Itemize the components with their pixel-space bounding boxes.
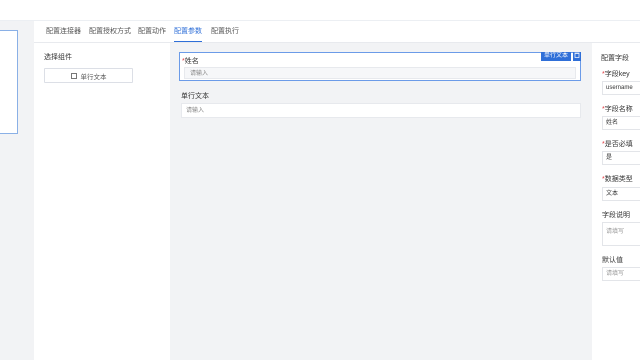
delete-icon[interactable] xyxy=(573,52,581,61)
field-type-tag: 单行文本 xyxy=(540,52,571,61)
description-label: 字段说明 xyxy=(602,212,630,219)
field-key-input[interactable]: username xyxy=(602,81,640,95)
default-value-label: 默认值 xyxy=(602,257,623,264)
data-type-select[interactable]: 文本 xyxy=(602,187,640,201)
field-name-label: *字段名称 xyxy=(602,104,633,114)
field-label-text: 姓名 xyxy=(184,58,199,65)
component-panel: 选择组件 单行文本 xyxy=(34,43,170,360)
data-type-label: *数据类型 xyxy=(602,174,633,184)
field-label: *姓名 xyxy=(182,56,199,66)
required-label-text: 是否必填 xyxy=(604,141,633,148)
tab-action[interactable]: 配置动作 xyxy=(138,21,166,42)
default-value-input[interactable]: 请填写 xyxy=(602,267,640,281)
tab-bar: 配置连接器 配置授权方式 配置动作 配置参数 配置执行 xyxy=(34,21,640,43)
single-line-text-component[interactable]: 单行文本 xyxy=(44,68,133,83)
selected-form-field[interactable]: *姓名 单行文本 请输入 xyxy=(179,52,581,81)
field-name-label-text: 字段名称 xyxy=(604,106,633,113)
field-key-label: *字段key xyxy=(602,69,630,79)
field-name-input[interactable]: 姓名 xyxy=(602,116,640,130)
data-type-label-text: 数据类型 xyxy=(604,176,633,183)
text-box-icon xyxy=(70,72,77,79)
required-select[interactable]: 是 xyxy=(602,151,640,165)
required-label: *是否必填 xyxy=(602,139,633,149)
name-input[interactable]: 请输入 xyxy=(184,67,576,79)
tab-execution[interactable]: 配置执行 xyxy=(211,21,239,42)
tab-auth[interactable]: 配置授权方式 xyxy=(89,21,131,42)
description-textarea[interactable]: 请填写 xyxy=(602,222,640,246)
field-key-label-text: 字段key xyxy=(604,71,630,78)
config-panel-title: 配置字段 xyxy=(601,55,629,62)
top-bar xyxy=(0,0,640,21)
form-canvas: *姓名 单行文本 请输入 单行文本 请输入 xyxy=(170,43,592,360)
component-panel-title: 选择组件 xyxy=(44,54,72,61)
tab-params[interactable]: 配置参数 xyxy=(174,21,202,42)
field2-label: 单行文本 xyxy=(181,93,209,100)
component-label: 单行文本 xyxy=(80,73,107,81)
single-line-text-input[interactable]: 请输入 xyxy=(181,103,581,118)
tab-connector[interactable]: 配置连接器 xyxy=(46,21,81,42)
config-panel: 配置字段 *字段key username *字段名称 姓名 *是否必填 是 *数… xyxy=(592,43,640,360)
left-preview-card[interactable] xyxy=(0,30,18,134)
